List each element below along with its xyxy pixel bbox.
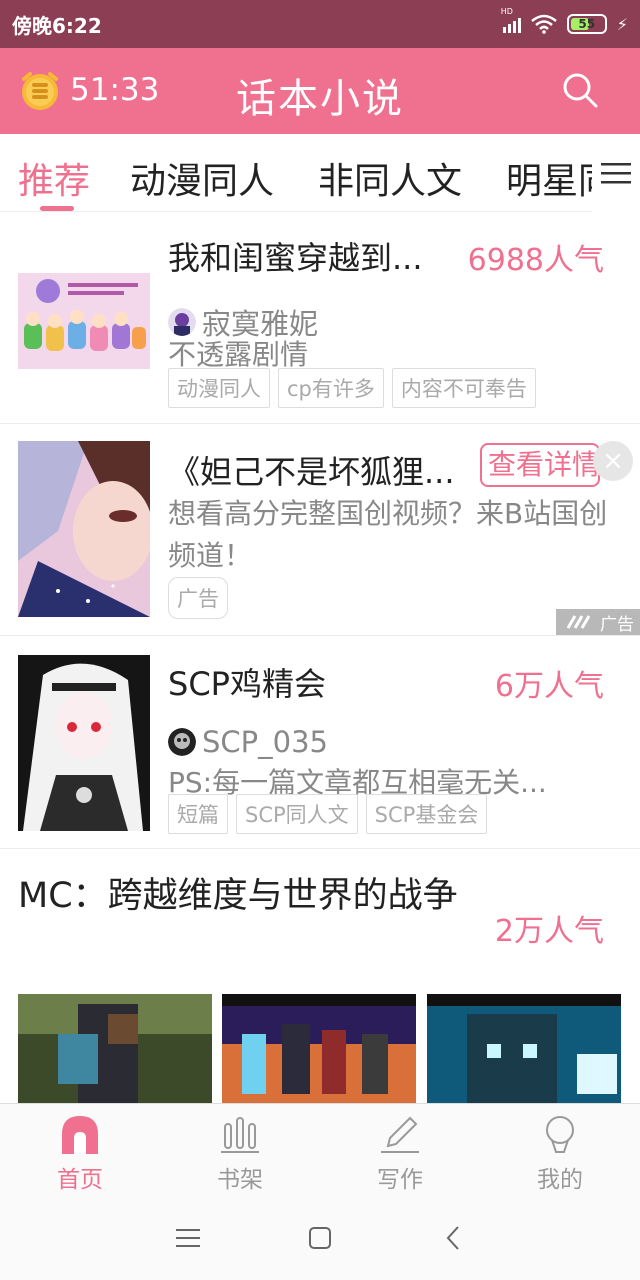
tab-active-indicator [40,206,74,211]
feed-item-story[interactable]: 我和闺蜜穿越到... 6988人气 寂寞雅妮 不透露剧情 动漫同人 cp有许多 … [0,213,640,424]
status-bar: 傍晚6:22 HD 55 ⚡ [0,0,640,48]
story-cover[interactable] [18,655,150,831]
ad-title[interactable]: 《妲己不是坏狐狸... [168,447,468,493]
view-details-button[interactable]: 查看详情 [480,443,600,487]
ad-cover[interactable] [18,441,150,617]
pen-icon [381,1116,419,1153]
status-time: 傍晚6:22 [12,13,102,38]
story-cover-image [18,273,150,369]
story-tag[interactable]: SCP同人文 [236,794,358,834]
ad-tag: 广告 [168,577,228,619]
ad-badge-label: 广告 [600,614,634,635]
nav-write[interactable]: 写作 [320,1104,480,1197]
menu-icon [601,163,631,184]
wifi-icon [530,14,557,34]
nav-write-label: 写作 [377,1167,423,1193]
back-icon[interactable] [440,1224,468,1252]
status-icons: HD 55 ⚡ [501,7,628,34]
nav-home-label: 首页 [57,1167,103,1193]
collection-thumbnail[interactable] [18,994,212,1104]
tab-anime-fanfic[interactable]: 动漫同人 [130,152,274,204]
profile-icon [546,1116,574,1153]
signal-icon: HD [501,7,521,33]
feed-item-collection[interactable]: MC：跨越维度与世界的战争 2万人气 [0,850,640,1104]
nav-bookshelf-label: 书架 [217,1167,263,1193]
search-icon[interactable] [560,70,600,110]
ad-description: 想看高分完整国创视频？来B站国创频道！ [168,497,608,572]
feed-item-story[interactable]: SCP鸡精会 6万人气 SCP_035 PS:每一篇文章都互相毫无关... 短篇… [0,637,640,849]
tab-recommended[interactable]: 推荐 [18,152,90,204]
nav-profile[interactable]: 我的 [480,1104,640,1197]
popularity-count: 2万人气 [494,914,604,949]
collection-thumbnail[interactable] [427,994,621,1104]
collection-title[interactable]: MC：跨越维度与世界的战争 [18,868,468,924]
app-title: 话本小说 [236,76,404,122]
nav-profile-label: 我的 [537,1167,583,1193]
charging-icon: ⚡ [616,14,628,34]
author-avatar [168,728,196,756]
tag-list: 动漫同人 cp有许多 内容不可奉告 [168,368,536,408]
close-ad-button[interactable]: × [593,441,633,481]
tag-list: 短篇 SCP同人文 SCP基金会 [168,794,488,834]
nav-bookshelf[interactable]: 书架 [160,1104,320,1197]
battery-icon: 55 [566,14,607,34]
feed-item-ad[interactable]: 《妲己不是坏狐狸... 查看详情 × 想看高分完整国创视频？来B站国创频道！ 广… [0,425,640,636]
story-description: 不透露剧情 [168,338,309,371]
story-tag[interactable]: cp有许多 [278,368,384,408]
author-avatar [168,308,196,336]
tab-menu-button[interactable] [592,134,640,212]
home-icon [62,1116,98,1154]
story-title[interactable]: SCP鸡精会 [168,659,448,705]
app-header: 51:33 话本小说 [0,48,640,134]
story-tag[interactable]: SCP基金会 [365,794,488,834]
author-row[interactable]: SCP_035 [168,725,328,759]
bottom-navigation: 首页 书架 写作 我的 [0,1103,640,1196]
story-tag[interactable]: 短篇 [168,794,228,834]
nav-home[interactable]: 首页 [0,1104,160,1197]
ad-badge: 广告 [556,609,640,635]
home-button-icon[interactable] [306,1224,334,1252]
system-navigation-bar [0,1196,640,1280]
tab-original-fiction[interactable]: 非同人文 [318,152,462,204]
ad-network-icon [566,615,591,629]
story-tag[interactable]: 内容不可奉告 [391,368,536,408]
popularity-count: 6万人气 [494,669,604,704]
story-cover-image [18,655,150,831]
network-type-label: HD [500,7,513,16]
author-name: SCP_035 [202,725,328,759]
story-title[interactable]: 我和闺蜜穿越到... [168,233,448,279]
popularity-count: 6988人气 [467,243,604,278]
category-tabs: 推荐 动漫同人 非同人文 明星同人 [0,134,640,212]
ad-cover-image [18,441,150,617]
story-cover[interactable] [18,233,150,409]
bookshelf-icon [221,1117,259,1153]
battery-level: 55 [578,17,596,31]
story-tag[interactable]: 动漫同人 [168,368,270,408]
collection-thumbnail[interactable] [222,994,416,1104]
menu-icon[interactable] [174,1224,202,1252]
